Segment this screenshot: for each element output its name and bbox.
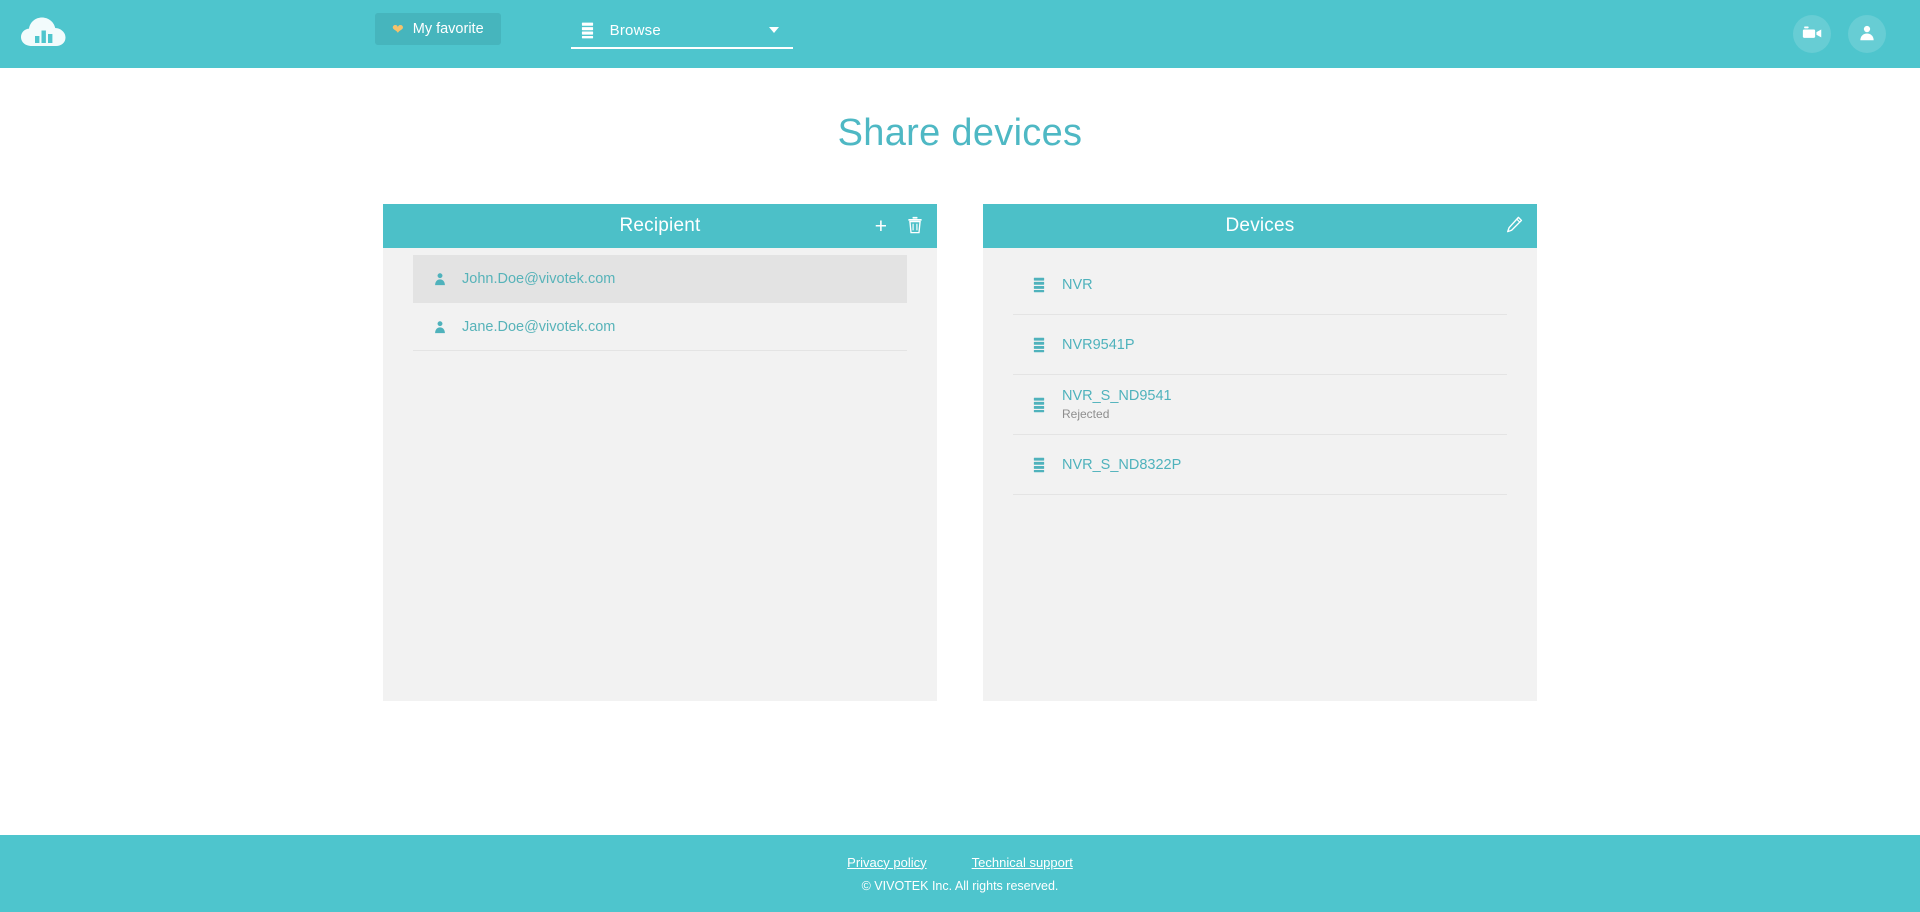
server-icon [1033,337,1053,353]
chevron-down-icon [768,27,779,33]
recipient-list: John.Doe@vivotek.com Jane.Doe@vivotek.co… [383,255,937,351]
recipient-email: Jane.Doe@vivotek.com [462,318,616,335]
device-name: NVR [1062,276,1093,293]
recipient-list-item[interactable]: Jane.Doe@vivotek.com [413,303,907,351]
plus-icon: + [874,214,887,238]
device-name: NVR9541P [1062,336,1135,353]
device-name: NVR_S_ND9541 [1062,388,1172,404]
cloud-chart-logo[interactable] [18,12,70,56]
my-favorite-label: My favorite [412,21,484,37]
edit-devices-button[interactable] [1506,216,1523,236]
server-icon [1033,397,1053,413]
device-list-item[interactable]: NVR9541P [1013,315,1507,375]
panels-container: Recipient + John.Doe@vivotek.com Jane.Do… [0,204,1920,701]
server-icon [1033,457,1053,473]
devices-panel-actions [1506,204,1523,248]
account-button[interactable] [1848,15,1886,53]
user-icon [433,320,453,334]
camera-button[interactable] [1793,15,1831,53]
nav-center-group: ❤ My favorite Browse [375,13,793,49]
device-text: NVR9541P [1062,337,1135,353]
devices-panel-title: Devices [1225,215,1295,236]
device-list-item[interactable]: NVR_S_ND8322P [1013,435,1507,495]
recipient-panel-actions: + [875,204,923,248]
recipient-email: John.Doe@vivotek.com [462,270,616,287]
device-text: NVR [1062,277,1093,293]
recipient-panel-body: John.Doe@vivotek.com Jane.Doe@vivotek.co… [383,248,937,701]
delete-recipient-button[interactable] [907,216,923,237]
pencil-icon [1506,216,1523,236]
nav-right-group [1793,15,1886,53]
browse-dropdown[interactable]: Browse [570,13,793,49]
device-list-item[interactable]: NVR [1013,255,1507,315]
devices-panel-body: NVR NVR9541P NVR_S_ND9541 Rejected NVR_S… [983,248,1537,701]
user-icon [433,272,453,286]
device-name: NVR_S_ND8322P [1062,456,1182,473]
browse-label: Browse [609,21,661,39]
device-list-item[interactable]: NVR_S_ND9541 Rejected [1013,375,1507,435]
device-text: NVR_S_ND9541 Rejected [1062,388,1172,421]
devices-list: NVR NVR9541P NVR_S_ND9541 Rejected NVR_S… [983,255,1537,495]
technical-support-link[interactable]: Technical support [972,855,1073,870]
recipient-list-item[interactable]: John.Doe@vivotek.com [413,255,907,303]
trash-icon [907,216,923,237]
heart-icon: ❤ [392,21,404,37]
recipient-panel: Recipient + John.Doe@vivotek.com Jane.Do… [383,204,937,701]
device-text: NVR_S_ND8322P [1062,457,1181,473]
footer-links: Privacy policy Technical support [847,855,1073,870]
devices-panel: Devices NVR NVR9541P NVR_S_ND9541 Reject… [983,204,1537,701]
devices-panel-header: Devices [983,204,1537,248]
page-footer: Privacy policy Technical support © VIVOT… [0,835,1920,912]
page-title: Share devices [837,112,1083,154]
device-status: Rejected [1062,407,1110,421]
video-camera-icon [1802,25,1823,44]
recipient-panel-header: Recipient + [383,204,937,248]
privacy-policy-link[interactable]: Privacy policy [847,855,926,870]
recipient-panel-title: Recipient [619,215,701,236]
server-icon [1033,277,1053,293]
add-recipient-button[interactable]: + [875,216,887,237]
my-favorite-button[interactable]: ❤ My favorite [375,13,501,45]
user-icon [1858,24,1876,45]
copyright-text: © VIVOTEK Inc. All rights reserved. [861,878,1059,893]
server-icon [581,22,594,39]
top-navigation-bar: ❤ My favorite Browse [0,0,1920,68]
